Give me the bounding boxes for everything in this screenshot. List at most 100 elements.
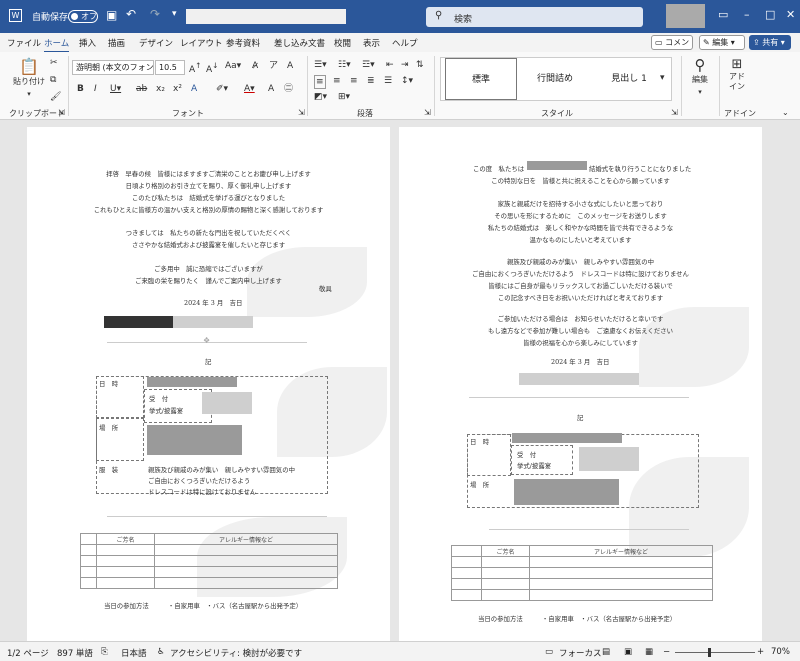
zoom-out-icon[interactable]: − <box>663 647 670 657</box>
share-button[interactable]: ⇪ 共有 ▾ <box>749 35 791 50</box>
zoom-slider-thumb[interactable] <box>708 648 711 657</box>
word-count[interactable]: 897 単語 <box>57 647 93 659</box>
font-color-icon[interactable]: A▾ <box>244 83 255 95</box>
paste-button[interactable]: 📋 貼り付け ▾ <box>12 58 46 100</box>
tab-references[interactable]: 参考資料 <box>226 37 260 49</box>
grow-font-icon[interactable]: A↑ <box>189 60 201 76</box>
document-canvas[interactable]: 拝啓 早春の候 皆様にはますますご清栄のこととお慶び申し上げます 日頃より格別の… <box>0 121 800 641</box>
text-effects-icon[interactable]: A <box>191 83 197 95</box>
multilevel-list-icon[interactable]: ☲▾ <box>362 59 375 71</box>
proofing-icon[interactable]: ⎘ <box>101 647 108 657</box>
save-icon[interactable]: ▣ <box>106 8 117 22</box>
clear-format-icon[interactable]: A̷ <box>252 60 258 72</box>
style-heading-1[interactable]: 見出し 1 <box>593 58 665 100</box>
guest-table[interactable]: ご芳名 アレルギー情報など <box>80 533 338 589</box>
collapse-ribbon-icon[interactable]: ⌄ <box>782 108 789 117</box>
distributed-icon[interactable]: ☰ <box>384 75 392 87</box>
char-border-icon[interactable]: A <box>287 60 293 72</box>
char-shading-icon[interactable]: A <box>268 83 274 95</box>
enclose-char-icon[interactable]: ㊁ <box>284 83 293 95</box>
addin-button[interactable]: ⊞ アド イン <box>726 57 748 92</box>
phonetic-guide-icon[interactable]: ア <box>269 60 278 72</box>
closing-text: 敬具 <box>319 285 332 293</box>
change-case-icon[interactable]: Aa▾ <box>225 60 241 72</box>
autosave-toggle[interactable]: オフ <box>68 10 98 23</box>
underline-icon[interactable]: U▾ <box>110 83 121 95</box>
body-line: その思いを形にするために このメッセージをお送りします <box>494 212 667 220</box>
bullets-icon[interactable]: ☰▾ <box>314 59 327 71</box>
borders-icon[interactable]: ⊞▾ <box>338 91 350 103</box>
language[interactable]: 日本語 <box>121 647 147 659</box>
focus-icon[interactable]: ▭ <box>545 647 553 657</box>
editing-button[interactable]: ⚲ 編集 ▾ <box>687 57 713 98</box>
avatar[interactable] <box>666 4 705 28</box>
align-left-icon[interactable]: ≡ <box>314 75 326 89</box>
tab-mailings[interactable]: 差し込み文書 <box>274 37 325 49</box>
customize-qat-icon[interactable]: ▾ <box>172 9 177 19</box>
status-bar: 1/2 ページ 897 単語 ⎘ 日本語 ♿ アクセシビリティ: 検討が必要です… <box>0 641 800 661</box>
tab-review[interactable]: 校閲 <box>334 37 351 49</box>
ribbon-display-icon[interactable]: ▭ <box>718 8 728 21</box>
clipboard-launcher-icon[interactable]: ⇲ <box>58 108 65 117</box>
zoom-level[interactable]: 70% <box>771 647 790 657</box>
read-mode-icon[interactable]: ▤ <box>602 647 610 657</box>
focus-mode[interactable]: フォーカス <box>559 647 602 659</box>
zoom-in-icon[interactable]: + <box>757 647 764 657</box>
sort-icon[interactable]: ⇅ <box>416 59 424 71</box>
styles-launcher-icon[interactable]: ⇲ <box>671 108 678 117</box>
page-2[interactable]: この度 私たちは 結婚式を執り行うことになりました この特別な日を 皆様と共に祝… <box>399 127 762 641</box>
tab-design[interactable]: デザイン <box>139 37 173 49</box>
zoom-slider[interactable] <box>675 652 755 653</box>
page-count[interactable]: 1/2 ページ <box>7 647 49 659</box>
highlight-icon[interactable]: ✐▾ <box>216 83 228 95</box>
numbering-icon[interactable]: ☷▾ <box>338 59 351 71</box>
cut-icon[interactable]: ✂ <box>50 57 58 69</box>
tab-insert[interactable]: 挿入 <box>79 37 96 49</box>
maximize-icon[interactable]: □ <box>765 8 775 21</box>
accessibility-icon[interactable]: ♿ <box>157 647 165 657</box>
font-name-select[interactable]: 游明朝 (本文のフォン <box>72 60 154 75</box>
decrease-indent-icon[interactable]: ⇤ <box>386 59 394 71</box>
print-layout-icon[interactable]: ▣ <box>624 647 632 657</box>
italic-icon[interactable]: I <box>94 83 97 95</box>
tab-help[interactable]: ヘルプ <box>392 37 418 49</box>
close-icon[interactable]: ✕ <box>786 8 795 21</box>
redo-icon[interactable]: ↷ <box>150 7 160 21</box>
style-gallery-more-icon[interactable]: ▾ <box>660 72 665 84</box>
shading-icon[interactable]: ◩▾ <box>314 91 327 103</box>
accessibility-status[interactable]: アクセシビリティ: 検討が必要です <box>170 647 302 659</box>
justify-icon[interactable]: ≣ <box>367 75 375 87</box>
subscript-icon[interactable]: x₂ <box>156 83 165 95</box>
body-line: 皆様にはご自身が最もリラックスしてお過ごしいただける装いで <box>488 282 673 290</box>
format-painter-icon[interactable]: 🖌 <box>50 91 61 103</box>
page-1[interactable]: 拝啓 早春の候 皆様にはますますご清栄のこととお慶び申し上げます 日頃より格別の… <box>27 127 390 641</box>
web-layout-icon[interactable]: ▦ <box>645 647 653 657</box>
style-no-spacing[interactable]: 行間詰め <box>519 58 591 100</box>
align-center-icon[interactable]: ≡ <box>333 75 341 87</box>
clipboard-group-label: クリップボード <box>9 109 65 118</box>
bold-icon[interactable]: B <box>77 83 84 95</box>
paragraph-launcher-icon[interactable]: ⇲ <box>424 108 431 117</box>
strikethrough-icon[interactable]: ab <box>136 83 147 95</box>
edit-mode-button[interactable]: ✎ 編集 ▾ <box>699 35 745 50</box>
attire-line: ご自由におくつろぎいただけるよう <box>148 477 251 485</box>
font-launcher-icon[interactable]: ⇲ <box>298 108 305 117</box>
undo-icon[interactable]: ↶ <box>126 7 136 21</box>
comment-button[interactable]: ▭ コメント <box>651 35 693 60</box>
shrink-font-icon[interactable]: A↓ <box>206 60 218 76</box>
search-box[interactable]: ⚲ 検索 <box>426 7 643 27</box>
font-size-select[interactable]: 10.5 <box>155 60 185 75</box>
tab-view[interactable]: 表示 <box>363 37 380 49</box>
copy-icon[interactable]: ⧉ <box>50 74 56 86</box>
minimize-icon[interactable]: – <box>744 8 750 21</box>
superscript-icon[interactable]: x² <box>173 83 182 95</box>
tab-draw[interactable]: 描画 <box>108 37 125 49</box>
style-normal[interactable]: 標準 <box>445 58 517 100</box>
align-right-icon[interactable]: ≡ <box>350 75 358 87</box>
guest-table[interactable]: ご芳名 アレルギー情報など <box>451 545 713 601</box>
tab-file[interactable]: ファイル <box>7 37 41 49</box>
line-spacing-icon[interactable]: ↕▾ <box>401 75 413 87</box>
tab-layout[interactable]: レイアウト <box>180 37 223 49</box>
increase-indent-icon[interactable]: ⇥ <box>401 59 409 71</box>
tab-home[interactable]: ホーム <box>44 37 70 53</box>
